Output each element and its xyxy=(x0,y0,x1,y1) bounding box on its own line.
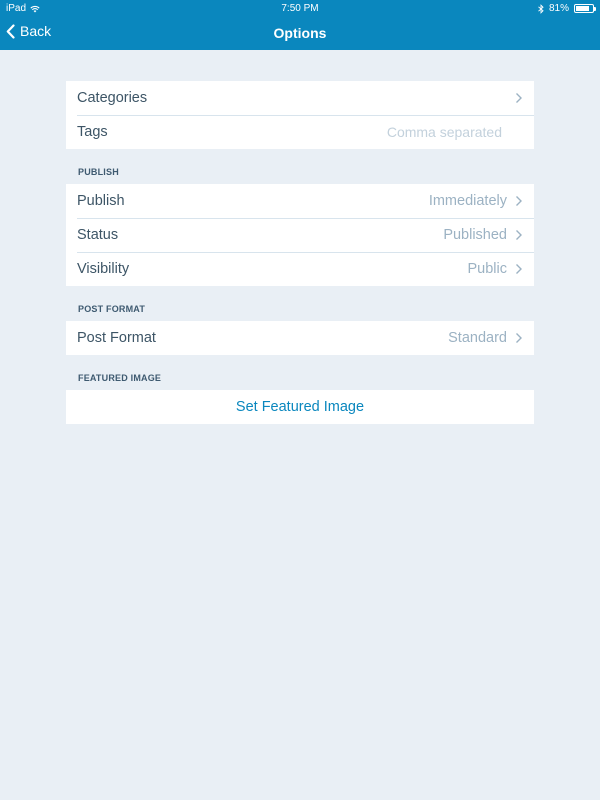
publish-group: Publish Immediately Status Published Vis… xyxy=(66,184,534,286)
general-group: Categories Tags xyxy=(66,81,534,149)
tags-label: Tags xyxy=(77,124,108,140)
publish-row[interactable]: Publish Immediately xyxy=(66,184,534,218)
categories-value xyxy=(515,92,523,104)
top-bar: iPad 7:50 PM 81% Back Options xyxy=(0,0,600,50)
chevron-right-icon xyxy=(516,264,522,274)
post-format-value-wrap: Standard xyxy=(448,330,523,346)
status-value: Published xyxy=(443,227,507,243)
publish-value: Immediately xyxy=(428,193,507,209)
set-featured-image-button[interactable]: Set Featured Image xyxy=(66,390,534,424)
post-format-label: Post Format xyxy=(77,330,156,346)
publish-label: Publish xyxy=(77,193,125,209)
status-row[interactable]: Status Published xyxy=(66,218,534,252)
page-title: Options xyxy=(273,25,327,41)
chevron-right-icon xyxy=(516,196,522,206)
post-format-group: Post Format Standard xyxy=(66,321,534,355)
chevron-right-icon xyxy=(516,93,522,103)
chevron-right-icon xyxy=(516,333,522,343)
visibility-value-wrap: Public xyxy=(468,261,524,277)
options-content: Categories Tags PUBLISH Publish Immediat… xyxy=(66,81,534,424)
post-format-section-header: POST FORMAT xyxy=(78,304,146,314)
categories-label: Categories xyxy=(77,90,148,106)
post-format-value: Standard xyxy=(448,330,507,346)
featured-image-section-header: FEATURED IMAGE xyxy=(78,373,162,383)
tags-row: Tags xyxy=(66,115,534,149)
visibility-value: Public xyxy=(467,261,508,277)
battery-icon xyxy=(574,4,596,13)
categories-row[interactable]: Categories xyxy=(66,81,534,115)
status-label: Status xyxy=(77,227,119,243)
publish-value-wrap: Immediately xyxy=(429,193,523,209)
status-bar: iPad 7:50 PM 81% xyxy=(0,0,600,17)
battery-percent: 81% xyxy=(548,3,569,14)
tags-input[interactable] xyxy=(302,124,502,140)
visibility-row[interactable]: Visibility Public xyxy=(66,252,534,286)
publish-section-header: PUBLISH xyxy=(78,167,119,177)
status-right: 81% xyxy=(538,3,596,14)
status-time: 7:50 PM xyxy=(281,3,319,14)
chevron-right-icon xyxy=(516,230,522,240)
bluetooth-icon xyxy=(538,3,544,14)
visibility-label: Visibility xyxy=(77,261,130,277)
post-format-row[interactable]: Post Format Standard xyxy=(66,321,534,355)
navigation-bar: Back Options xyxy=(0,17,600,50)
battery-level xyxy=(576,6,589,11)
status-value-wrap: Published xyxy=(443,227,523,243)
